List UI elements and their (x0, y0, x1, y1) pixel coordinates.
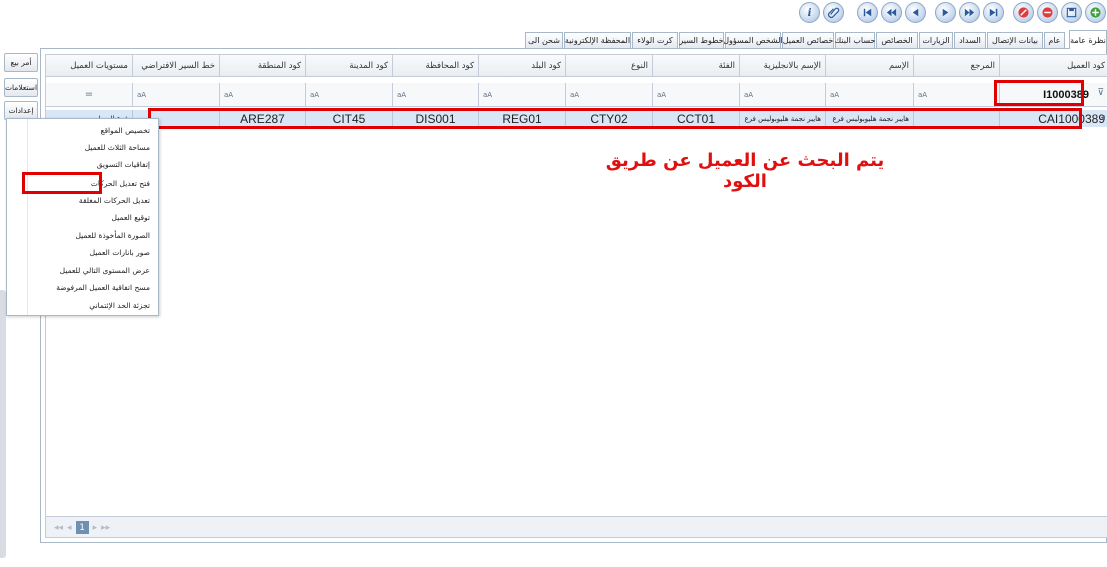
row-indicator-icon: ◂ (1100, 113, 1105, 123)
cell-type: CTY02 (565, 110, 652, 127)
filter-icon[interactable]: ⊽ (1097, 88, 1104, 98)
name-en-filter[interactable]: aA (739, 83, 825, 106)
next-icon[interactable] (935, 2, 956, 23)
grid-pager: ◂◂ ◂ 1 ▸ ▸▸ (45, 516, 1107, 538)
cell-governorate: DIS001 (392, 110, 478, 127)
category-filter[interactable]: aA (652, 83, 739, 106)
pager-last-icon[interactable]: ▸▸ (101, 523, 110, 533)
add-icon[interactable] (1085, 2, 1106, 23)
menu-item-next-level[interactable]: عرض المستوى التالي للعميل (7, 262, 158, 279)
customers-grid: كود العميل المرجع الإسم الإسم بالانجليزي… (45, 54, 1107, 522)
default-route-filter[interactable]: aA (132, 83, 219, 106)
menu-item-marketing-agreements[interactable]: إتفاقيات التسويق (7, 156, 158, 173)
pager-next-icon[interactable]: ▸ (93, 523, 98, 533)
tab-general[interactable]: عام (1044, 32, 1065, 48)
annotation-text: يتم البحث عن العميل عن طريق الكود (605, 150, 885, 192)
attach-icon[interactable] (823, 2, 844, 23)
sales-order-button[interactable]: أمر بيع (4, 53, 38, 72)
menu-item-customer-banners[interactable]: صور بانارات العميل (7, 244, 158, 261)
cell-country: REG01 (478, 110, 565, 127)
type-filter[interactable]: aA (565, 83, 652, 106)
country-filter[interactable]: aA (478, 83, 565, 106)
tab-contact-info[interactable]: بيانات الإتصال (987, 32, 1043, 48)
col-city[interactable]: كود المدينة (305, 55, 392, 76)
reference-filter[interactable]: aA (913, 83, 999, 106)
tab-responsible-person[interactable]: الشخص المسؤول (723, 32, 783, 48)
tab-properties[interactable]: الخصائص (876, 32, 918, 48)
menu-item-clear-rejected-agreement[interactable]: مسح اتفاقية العميل المرفوضة (7, 279, 158, 296)
cancel-icon[interactable] (1013, 2, 1034, 23)
city-filter[interactable]: aA (305, 83, 392, 106)
col-category[interactable]: الفئة (652, 55, 739, 76)
prev-icon[interactable] (905, 2, 926, 23)
col-customer-code[interactable]: كود العميل (999, 55, 1107, 76)
prev-page-icon[interactable] (881, 2, 902, 23)
customer-code-filter-value[interactable]: I1000389 (1043, 89, 1089, 101)
settings-menu: تخصيص المواقع مساحة الثلاث للعميل إتفاقي… (6, 118, 159, 316)
col-type[interactable]: النوع (565, 55, 652, 76)
save-icon[interactable] (1061, 2, 1082, 23)
tab-loyalty-card[interactable]: كرت الولاء (632, 32, 678, 48)
tab-customer-properties[interactable]: خصائص العميل (782, 32, 834, 48)
main-panel: كود العميل المرجع الإسم الإسم بالانجليزي… (40, 48, 1107, 543)
svg-text:i: i (808, 7, 812, 19)
first-icon[interactable] (857, 2, 878, 23)
cell-region: ARE287 (219, 110, 305, 127)
cell-name-en: هايبر نجمة هليوبوليس فرع (739, 110, 825, 127)
tab-bank-account[interactable]: حساب البنك (835, 32, 875, 48)
menu-item-edit-closed-transactions[interactable]: تعديل الحركات المغلقة (7, 192, 158, 209)
col-default-route[interactable]: خط السير الافتراضي (132, 55, 219, 76)
info-icon[interactable]: i (799, 2, 820, 23)
tab-routes[interactable]: خطوط السير (679, 32, 724, 48)
menu-item-customer-photo[interactable]: الصورة المأخوذة للعميل (7, 227, 158, 244)
tab-ship-to[interactable]: شحن الى (525, 32, 563, 48)
col-customer-levels[interactable]: مستويات العميل (46, 55, 132, 76)
next-page-icon[interactable] (959, 2, 980, 23)
menu-item-customer-signature[interactable]: توقيع العميل (7, 209, 158, 226)
pager-first-icon[interactable]: ◂◂ (54, 523, 63, 533)
menu-item-credit-limit-split[interactable]: تجزئة الحد الإئتماني (7, 297, 158, 314)
pager-current-page[interactable]: 1 (75, 521, 89, 534)
remove-icon[interactable] (1037, 2, 1058, 23)
tab-strip: نظرة عامة عام بيانات الإتصال السداد الزي… (487, 30, 1107, 49)
col-name[interactable]: الإسم (825, 55, 913, 76)
col-governorate[interactable]: كود المحافظة (392, 55, 478, 76)
tab-visits[interactable]: الزيارات (919, 32, 953, 48)
menu-item-customize-locations[interactable]: تخصيص المواقع (7, 122, 158, 139)
governorate-filter[interactable]: aA (392, 83, 478, 106)
menu-item-fridge-space[interactable]: مساحة الثلاث للعميل (7, 139, 158, 156)
tab-overview[interactable]: نظرة عامة (1069, 30, 1107, 49)
queries-button[interactable]: استعلامات (4, 78, 38, 97)
tab-e-wallet[interactable]: المحفظة الإلكترونية (564, 32, 631, 48)
left-splitter[interactable] (0, 290, 6, 558)
table-row[interactable]: CAI1000389 هايبر نجمة هليوبوليس فرع هايب… (46, 110, 1107, 127)
cell-name: هايبر نجمة هليوبوليس فرع (825, 110, 913, 127)
cell-city: CIT45 (305, 110, 392, 127)
grid-header: كود العميل المرجع الإسم الإسم بالانجليزي… (46, 55, 1107, 77)
col-country[interactable]: كود البلد (478, 55, 565, 76)
region-filter[interactable]: aA (219, 83, 305, 106)
customer-levels-filter[interactable]: = (46, 83, 132, 106)
pager-prev-icon[interactable]: ◂ (67, 523, 72, 533)
cell-reference (913, 110, 999, 127)
col-region[interactable]: كود المنطقة (219, 55, 305, 76)
menu-item-open-transactions-edit[interactable]: فتح تعديل الحركات (7, 175, 158, 192)
grid-filter-row: I1000389 aA aA aA aA aA aA aA aA aA aA = (46, 83, 1107, 107)
col-reference[interactable]: المرجع (913, 55, 999, 76)
top-toolbar: i (787, 0, 1107, 26)
customer-code-filter[interactable]: I1000389 (999, 83, 1107, 106)
cell-customer-code: CAI1000389 (999, 110, 1107, 127)
col-name-en[interactable]: الإسم بالانجليزية (739, 55, 825, 76)
name-filter[interactable]: aA (825, 83, 913, 106)
cell-category: CCT01 (652, 110, 739, 127)
tab-payment[interactable]: السداد (954, 32, 986, 48)
last-icon[interactable] (983, 2, 1004, 23)
